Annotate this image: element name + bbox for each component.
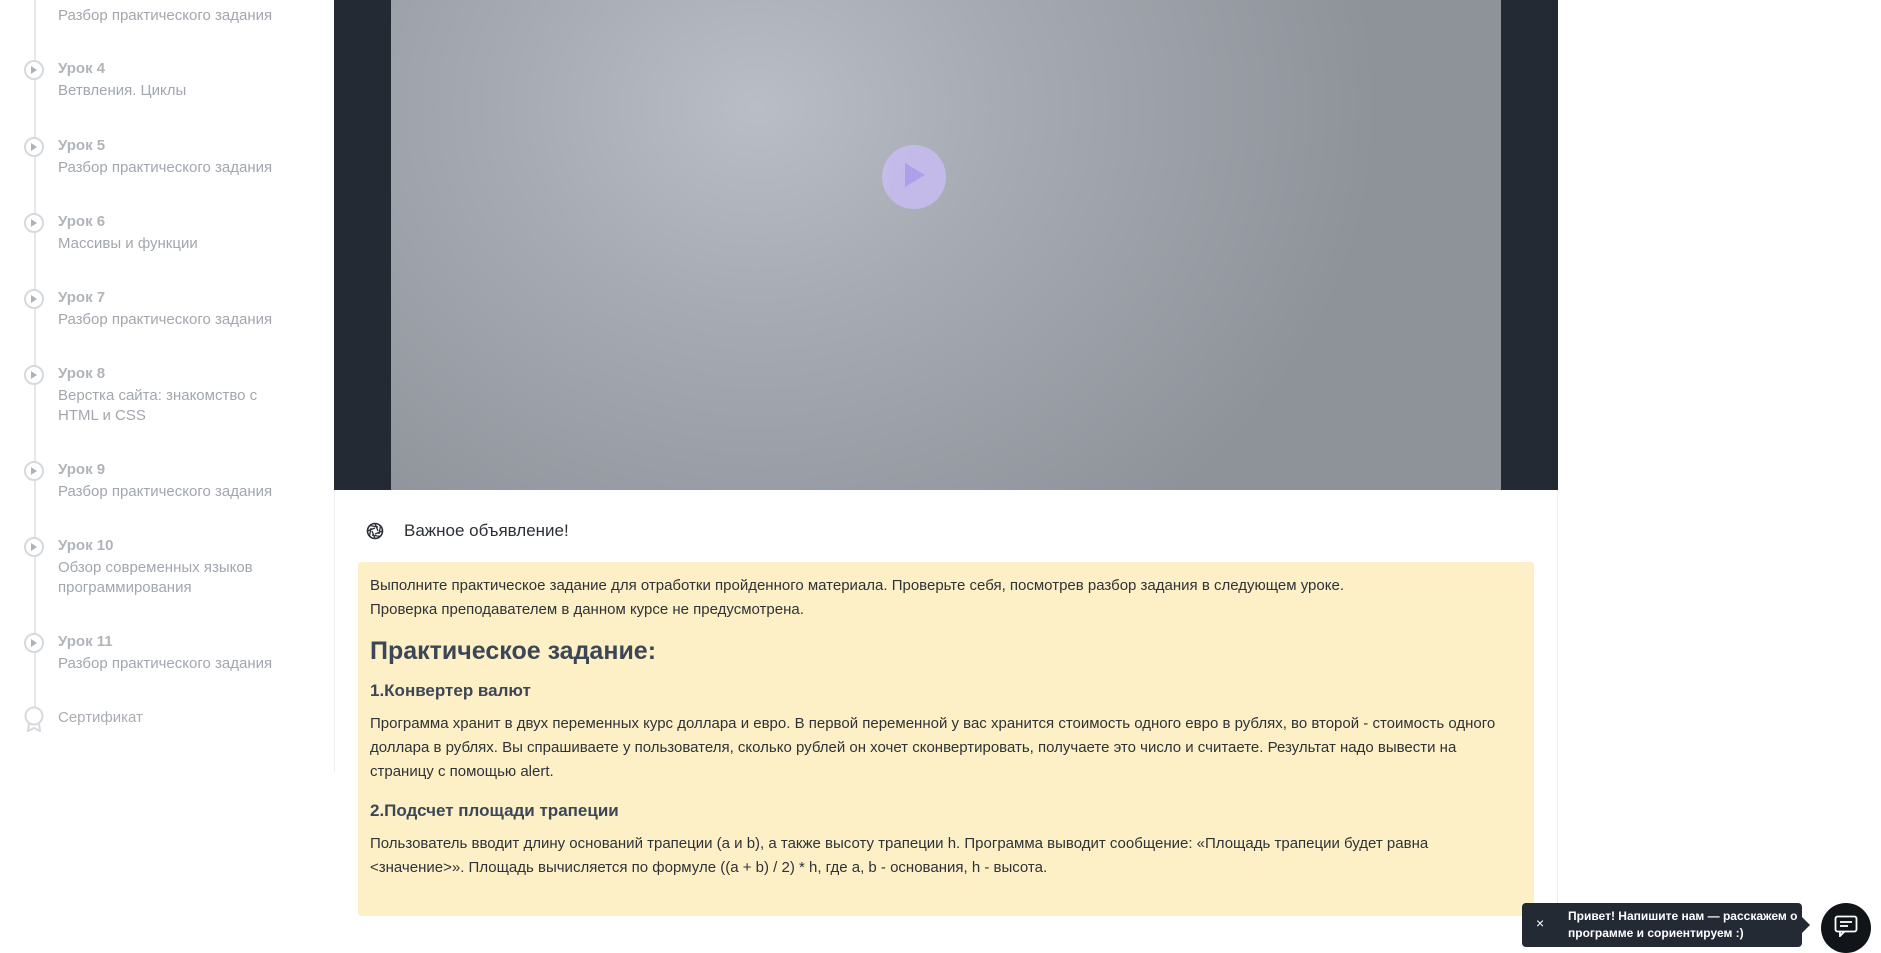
lesson-subtitle: Разбор практического задания xyxy=(58,311,273,328)
video-poster[interactable] xyxy=(391,0,1501,490)
lesson-subtitle: Разбор практического задания xyxy=(58,159,273,176)
task-item-text: Пользователь вводит длину оснований трап… xyxy=(370,835,1429,876)
certificate-label: Сертификат xyxy=(58,709,143,726)
task-item-text: Программа хранит в двух переменных курс … xyxy=(370,715,1496,780)
chat-icon xyxy=(1834,915,1858,942)
lesson-title: Урок 9 xyxy=(58,461,106,478)
task-box: Выполните практическое задание для отраб… xyxy=(358,562,1534,916)
video-player[interactable] xyxy=(334,0,1558,490)
aperture-icon xyxy=(366,522,384,540)
chat-tooltip[interactable]: × Привет! Напишите нам — расскажем о про… xyxy=(1522,903,1810,947)
chat-tooltip-message: Привет! Напишите нам — расскажем о прогр… xyxy=(1568,909,1798,940)
play-button[interactable] xyxy=(882,145,946,209)
lesson-title: Урок 5 xyxy=(58,137,106,154)
lesson-sidebar: Разбор практического задания Урок 4 Ветв… xyxy=(0,0,335,946)
play-circle-icon xyxy=(24,461,44,481)
medal-icon xyxy=(24,706,44,733)
task-intro-line: Выполните практическое задание для отраб… xyxy=(370,577,1344,594)
task-item-title: 1.Конвертер валют xyxy=(370,681,531,700)
lesson-title: Урок 6 xyxy=(58,213,106,230)
announcement-title: Важное объявление! xyxy=(404,521,569,540)
lesson-title: Урок 11 xyxy=(58,633,113,650)
play-circle-icon xyxy=(24,365,44,385)
divider-gap xyxy=(333,772,336,946)
play-circle-icon xyxy=(24,633,44,653)
close-icon[interactable]: × xyxy=(1536,915,1544,931)
lesson-title: Урок 7 xyxy=(58,289,106,306)
play-icon xyxy=(901,161,927,194)
lesson-subtitle: Ветвления. Циклы xyxy=(58,82,187,99)
play-circle-icon xyxy=(24,289,44,309)
lesson-subtitle: Массивы и функции xyxy=(58,235,198,252)
lesson-subtitle: Разбор практического задания xyxy=(58,483,273,500)
announcement-header: Важное объявление! xyxy=(366,520,569,542)
task-item-title: 2.Подсчет площади трапеции xyxy=(370,801,619,820)
lesson-subtitle: Обзор современных языков программировани… xyxy=(58,559,253,596)
play-circle-icon xyxy=(24,137,44,157)
play-circle-icon xyxy=(24,213,44,233)
lesson-title: Урок 4 xyxy=(58,60,106,77)
lesson-subtitle: Разбор практического задания xyxy=(58,7,273,24)
lesson-title: Урок 10 xyxy=(58,537,114,554)
timeline-line xyxy=(34,0,36,722)
task-heading: Практическое задание: xyxy=(370,637,657,665)
task-intro-line: Проверка преподавателем в данном курсе н… xyxy=(370,601,804,618)
play-circle-icon xyxy=(24,537,44,557)
lesson-title: Урок 8 xyxy=(58,365,106,382)
tooltip-arrow xyxy=(1802,917,1810,933)
play-circle-icon xyxy=(24,60,44,80)
lesson-subtitle: Верстка сайта: знакомство с HTML и CSS xyxy=(58,387,258,424)
lesson-subtitle: Разбор практического задания xyxy=(58,655,273,672)
